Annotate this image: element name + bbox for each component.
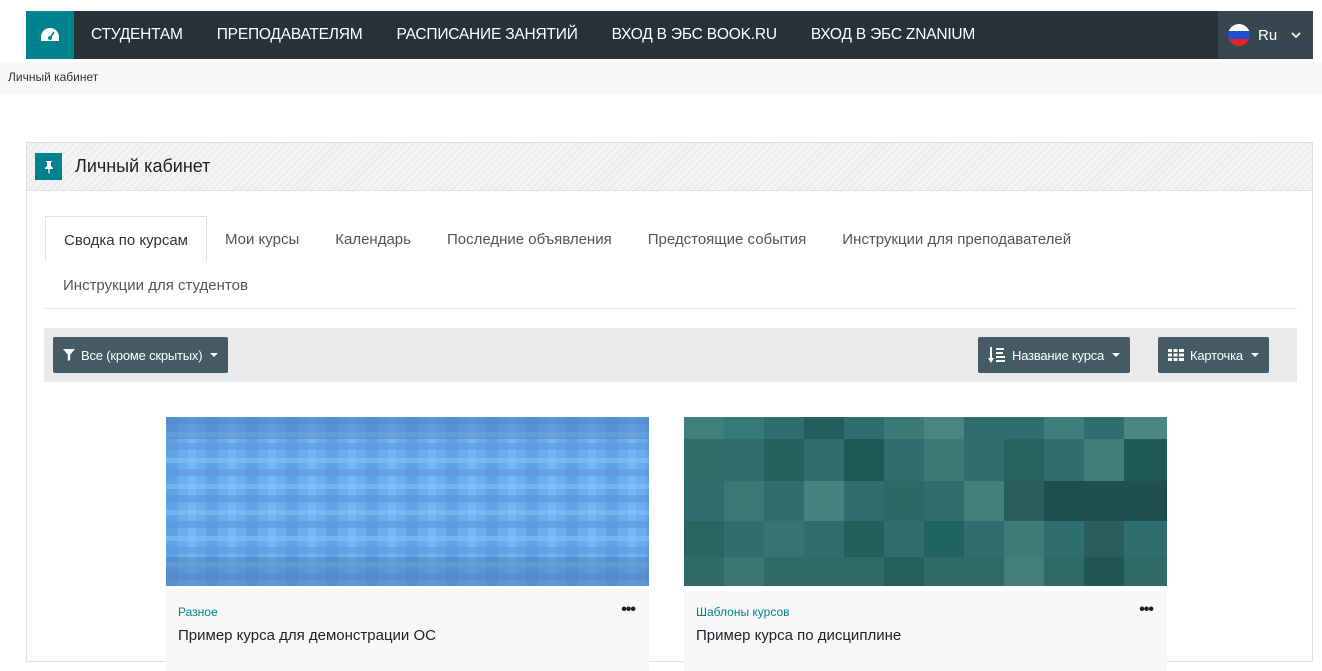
- filter-icon: [63, 349, 75, 361]
- breadcrumb[interactable]: Личный кабинет: [8, 70, 98, 84]
- course-category: Разное: [178, 605, 218, 619]
- tab-upcoming-events[interactable]: Предстоящие события: [630, 216, 825, 262]
- breadcrumb-bar: Личный кабинет: [0, 62, 1322, 94]
- filter-bar: Все (кроме скрытых) Название курса Карто…: [44, 328, 1297, 382]
- nav-bookru[interactable]: ВХОД В ЭБС BOOK.RU: [595, 11, 794, 59]
- caret-down-icon: [210, 353, 219, 357]
- tab-student-instructions[interactable]: Инструкции для студентов: [45, 263, 266, 308]
- sort-alpha-icon: [988, 347, 1005, 363]
- grouping-dropdown[interactable]: Все (кроме скрытых): [53, 337, 229, 373]
- course-card-body: Разное Пример курса для демонстрации ОС …: [166, 591, 649, 671]
- sort-label: Название курса: [1012, 347, 1105, 363]
- course-name-link[interactable]: Пример курса для демонстрации ОС: [178, 627, 637, 644]
- caret-down-icon: [1112, 353, 1121, 357]
- chevron-down-icon: [1291, 31, 1301, 38]
- nav-teachers[interactable]: ПРЕПОДАВАТЕЛЯМ: [200, 11, 380, 59]
- dashboard-block: Личный кабинет Сводка по курсам Мои курс…: [26, 142, 1313, 671]
- course-category: Шаблоны курсов: [696, 605, 790, 619]
- dashboard-icon: [41, 28, 59, 41]
- nav-schedule[interactable]: РАСПИСАНИЕ ЗАНЯТИЙ: [379, 11, 594, 59]
- course-card[interactable]: Разное Пример курса для демонстрации ОС …: [166, 417, 649, 671]
- nav-students[interactable]: СТУДЕНТАМ: [74, 11, 200, 59]
- sort-dropdown[interactable]: Название курса: [978, 337, 1131, 373]
- nav-znanium[interactable]: ВХОД В ЭБС ZNANIUM: [794, 11, 992, 59]
- grid-icon: [1168, 349, 1184, 361]
- tab-my-courses[interactable]: Мои курсы: [207, 216, 317, 262]
- course-card-body: Шаблоны курсов Пример курса по дисциплин…: [684, 591, 1167, 671]
- view-label: Карточка: [1190, 347, 1243, 363]
- block-header: Личный кабинет: [27, 143, 1312, 191]
- course-name-link[interactable]: Пример курса по дисциплине: [696, 627, 1155, 644]
- top-navbar: СТУДЕНТАМ ПРЕПОДАВАТЕЛЯМ РАСПИСАНИЕ ЗАНЯ…: [26, 11, 1313, 59]
- tab-course-overview[interactable]: Сводка по курсам: [45, 216, 207, 262]
- caret-down-icon: [1250, 353, 1259, 357]
- tab-teacher-instructions[interactable]: Инструкции для преподавателей: [824, 216, 1089, 262]
- block-title: Личный кабинет: [75, 156, 211, 176]
- dashboard-button[interactable]: [26, 11, 74, 59]
- course-image[interactable]: [166, 417, 649, 586]
- tab-announcements[interactable]: Последние объявления: [429, 216, 630, 262]
- language-label: Ru: [1258, 26, 1278, 44]
- more-actions-icon[interactable]: •••: [621, 601, 636, 619]
- course-image[interactable]: [684, 417, 1167, 586]
- pin-icon: [35, 153, 62, 180]
- russian-flag-icon: [1228, 24, 1250, 46]
- tab-list: Сводка по курсам Мои курсы Календарь Пос…: [45, 216, 1297, 309]
- language-selector[interactable]: Ru: [1218, 11, 1313, 59]
- more-actions-icon[interactable]: •••: [1139, 601, 1154, 619]
- grouping-label: Все (кроме скрытых): [81, 347, 203, 363]
- tab-calendar[interactable]: Календарь: [317, 216, 429, 262]
- view-dropdown[interactable]: Карточка: [1158, 337, 1269, 373]
- course-card[interactable]: Шаблоны курсов Пример курса по дисциплин…: [684, 417, 1167, 671]
